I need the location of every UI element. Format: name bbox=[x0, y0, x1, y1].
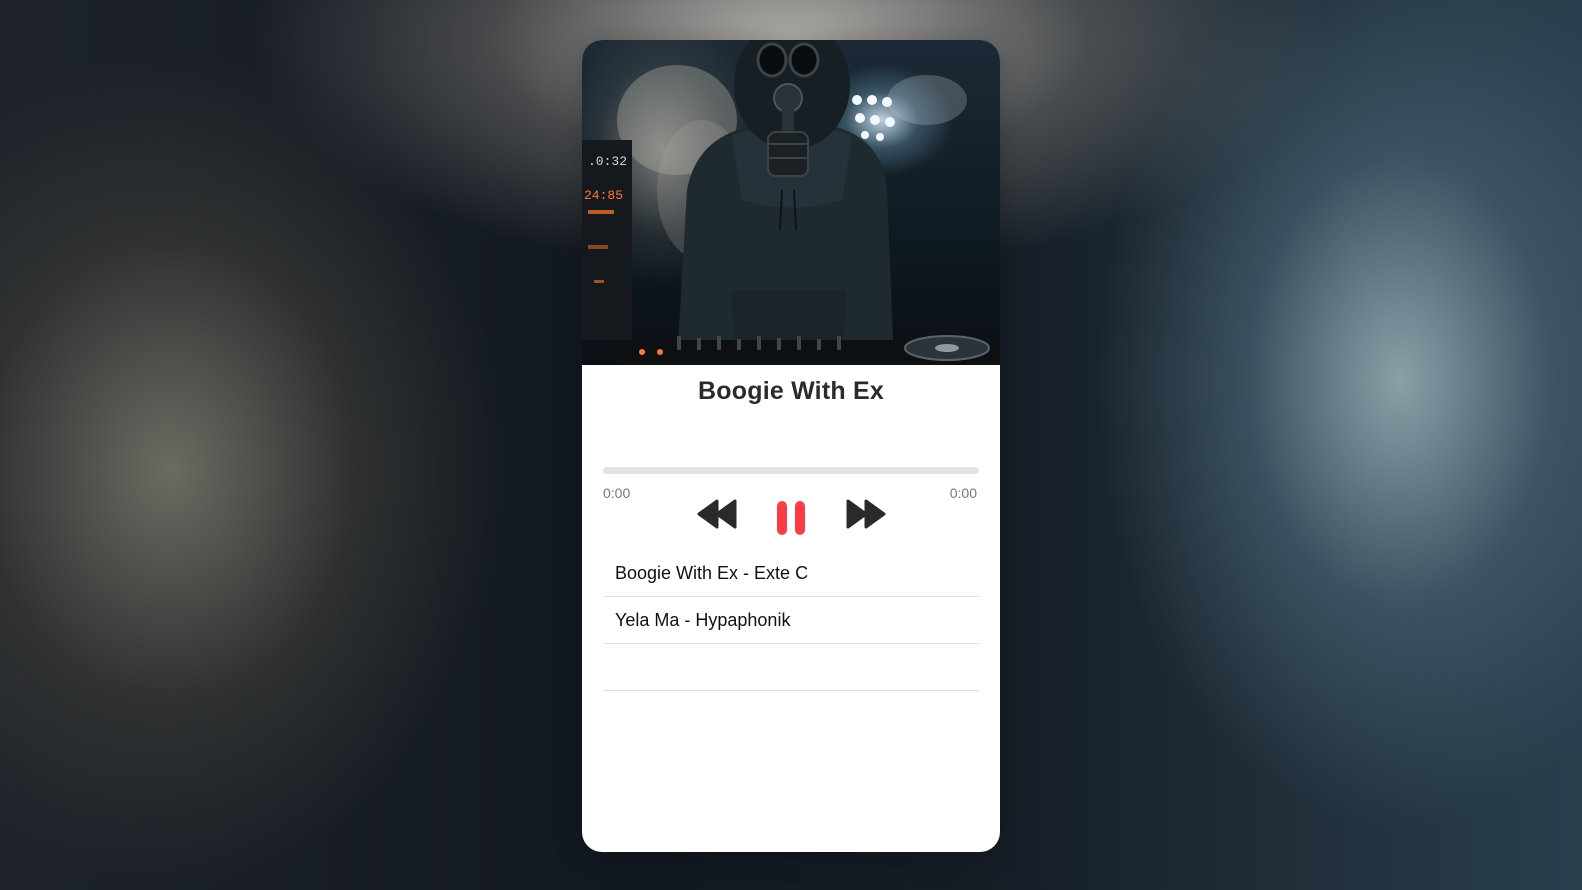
previous-track-button[interactable] bbox=[693, 490, 741, 538]
next-track-button[interactable] bbox=[842, 490, 890, 538]
fast-forward-icon bbox=[846, 499, 886, 529]
album-cover: .0:32 24:85 bbox=[582, 40, 1000, 365]
track-title: Boogie With Ex bbox=[698, 377, 884, 405]
album-cover-art: .0:32 24:85 bbox=[582, 40, 1000, 365]
playlist-item-label: Yela Ma - Hypaphonik bbox=[615, 609, 791, 630]
playlist-item[interactable]: Boogie With Ex - Exte C bbox=[603, 550, 979, 597]
progress-track[interactable] bbox=[603, 467, 979, 474]
music-player-card: .0:32 24:85 Boogie With Ex 0:00 0:00 Boo… bbox=[582, 40, 1000, 852]
rewind-icon bbox=[697, 499, 737, 529]
progress-bar[interactable] bbox=[603, 467, 979, 474]
playlist-item-label: Boogie With Ex - Exte C bbox=[615, 562, 809, 583]
playlist: Boogie With Ex - Exte C Yela Ma - Hypaph… bbox=[603, 550, 979, 691]
playlist-item[interactable]: Yela Ma - Hypaphonik bbox=[603, 597, 979, 644]
pause-icon bbox=[777, 501, 805, 535]
playlist-item[interactable] bbox=[603, 644, 979, 691]
device-readout-1: .0:32 bbox=[588, 154, 627, 169]
pause-button[interactable] bbox=[767, 494, 815, 542]
playback-controls bbox=[582, 490, 1000, 546]
device-readout-2: 24:85 bbox=[584, 188, 623, 203]
